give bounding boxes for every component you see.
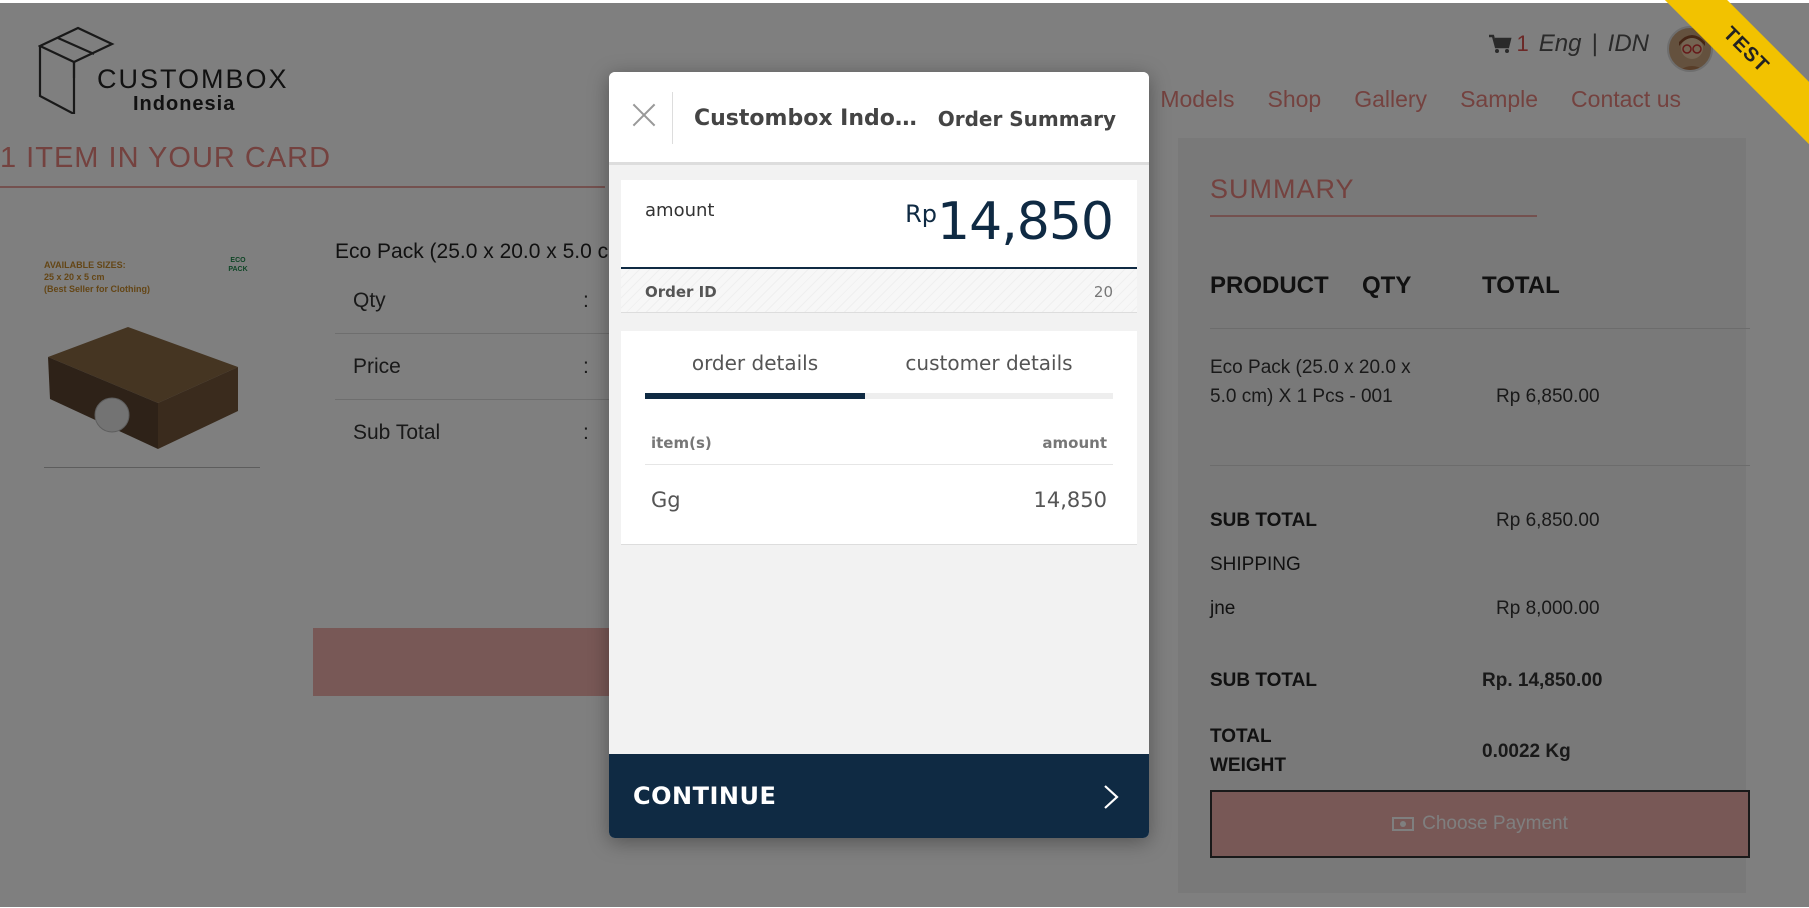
close-icon[interactable] — [629, 100, 659, 130]
item-name: Gg — [651, 488, 681, 512]
order-id-value: 20 — [1093, 283, 1113, 301]
test-ribbon: TEST — [1649, 0, 1809, 160]
order-id-label: Order ID — [645, 283, 717, 301]
amount-label: amount — [645, 200, 715, 221]
details-section: order details customer details item(s) a… — [621, 331, 1137, 545]
merchant-name: Custombox Indonesia — [694, 106, 924, 131]
details-tabs: order details customer details — [645, 331, 1113, 401]
order-id-section: Order ID 20 — [621, 269, 1137, 313]
amount-section: amount Rp 14,850 — [621, 180, 1137, 269]
amount-currency: Rp — [905, 200, 937, 228]
tab-customer-details[interactable]: customer details — [879, 351, 1099, 375]
modal-header: Custombox Indonesia Order Summary — [609, 72, 1149, 165]
chevron-right-icon — [1104, 785, 1119, 809]
payment-modal: Custombox Indonesia Order Summary amount… — [609, 72, 1149, 838]
continue-label: CONTINUE — [633, 782, 777, 810]
items-header: item(s) — [651, 434, 712, 452]
amount-value: 14,850 — [937, 192, 1114, 252]
continue-button[interactable]: CONTINUE — [609, 754, 1149, 838]
test-ribbon-label: TEST — [1649, 0, 1809, 147]
modal-title: Order Summary — [937, 107, 1116, 131]
item-amount: 14,850 — [1033, 488, 1107, 512]
table-divider — [645, 464, 1113, 465]
tab-order-details[interactable]: order details — [645, 351, 865, 375]
amount-header: amount — [1042, 434, 1107, 452]
header-separator — [672, 92, 673, 144]
tab-active-indicator — [645, 393, 865, 399]
